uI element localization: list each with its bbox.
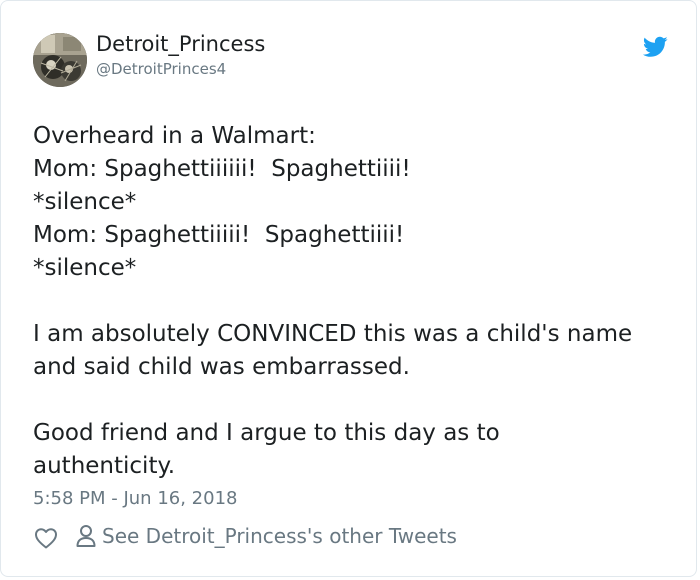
heart-icon[interactable] bbox=[34, 527, 58, 549]
tweet-text: Overheard in a Walmart: Mom: Spaghettiiii… bbox=[33, 120, 673, 483]
see-other-tweets-link[interactable]: See Detroit_Princess's other Tweets bbox=[76, 524, 457, 548]
tweet-text-line: and said child was embarrassed. bbox=[33, 354, 410, 380]
tweet-text-line bbox=[33, 285, 673, 318]
author-handle[interactable]: @DetroitPrinces4 bbox=[96, 60, 226, 78]
avatar-image bbox=[33, 33, 87, 87]
tweet-text-line: *silence* bbox=[33, 255, 137, 281]
tweet-timestamp[interactable]: 5:58 PM - Jun 16, 2018 bbox=[33, 488, 237, 509]
tweet-text-line bbox=[33, 384, 673, 417]
tweet-text-line: Overheard in a Walmart: bbox=[33, 123, 316, 149]
author-name[interactable]: Detroit_Princess bbox=[96, 32, 265, 56]
tweet-text-line: I am absolutely CONVINCED this was a chi… bbox=[33, 321, 633, 347]
tweet-text-line: authenticity. bbox=[33, 453, 176, 479]
tweet-text-line: Good friend and I argue to this day as t… bbox=[33, 420, 500, 446]
see-other-tweets-label: See Detroit_Princess's other Tweets bbox=[102, 524, 457, 548]
avatar[interactable] bbox=[33, 33, 87, 87]
tweet-text-line: *silence* bbox=[33, 189, 137, 215]
tweet-text-line: Mom: Spaghettiiiiii! Spaghettiiii! bbox=[33, 156, 411, 182]
tweet-text-line: Mom: Spaghettiiiii! Spaghettiiii! bbox=[33, 222, 405, 248]
person-icon bbox=[76, 525, 96, 547]
twitter-bird-icon[interactable] bbox=[643, 36, 668, 58]
tweet-card: Detroit_Princess @DetroitPrinces4 Overhe… bbox=[0, 0, 697, 577]
